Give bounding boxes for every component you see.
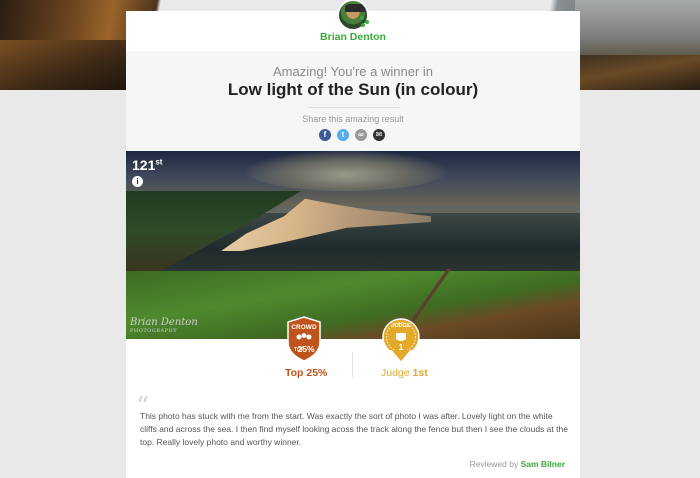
reviewer-credit: Reviewed by Sam Bilner xyxy=(469,459,565,469)
facebook-icon[interactable]: f xyxy=(319,129,331,141)
svg-text:1: 1 xyxy=(399,343,404,352)
crowd-award-label: Top 25% xyxy=(285,367,328,379)
photo-watermark: Brian Denton PHOTOGRAPHY xyxy=(130,317,198,334)
email-icon[interactable]: ✉ xyxy=(373,129,385,141)
winning-photo[interactable]: 121st i Brian Denton PHOTOGRAPHY xyxy=(126,151,580,339)
awards-separator xyxy=(352,352,353,377)
rank-badge: 121st xyxy=(132,157,163,173)
winner-subtitle: Amazing! You're a winner in xyxy=(272,64,434,79)
review-text: This photo has stuck with me from the st… xyxy=(140,411,568,447)
photographer-name[interactable]: Brian Denton xyxy=(126,31,580,43)
svg-text:JUDGE: JUDGE xyxy=(392,323,411,329)
category-title: Low light of the Sun (in colour) xyxy=(227,80,479,99)
divider xyxy=(308,107,400,108)
info-icon[interactable]: i xyxy=(132,176,143,187)
judge-award-label: Judge 1st xyxy=(381,367,428,379)
share-buttons: f t ∞ ✉ xyxy=(319,129,389,142)
reviewer-name[interactable]: Sam Bilner xyxy=(521,459,565,469)
judge-badge-icon: JUDGE 1 xyxy=(382,318,420,363)
crowd-badge-icon: CROWD TOP 25% xyxy=(287,316,321,362)
share-label: Share this amazing result xyxy=(302,114,404,124)
svg-text:CROWD: CROWD xyxy=(291,324,317,331)
link-icon[interactable]: ∞ xyxy=(355,129,367,141)
twitter-icon[interactable]: t xyxy=(337,129,349,141)
svg-text:25%: 25% xyxy=(297,344,314,354)
